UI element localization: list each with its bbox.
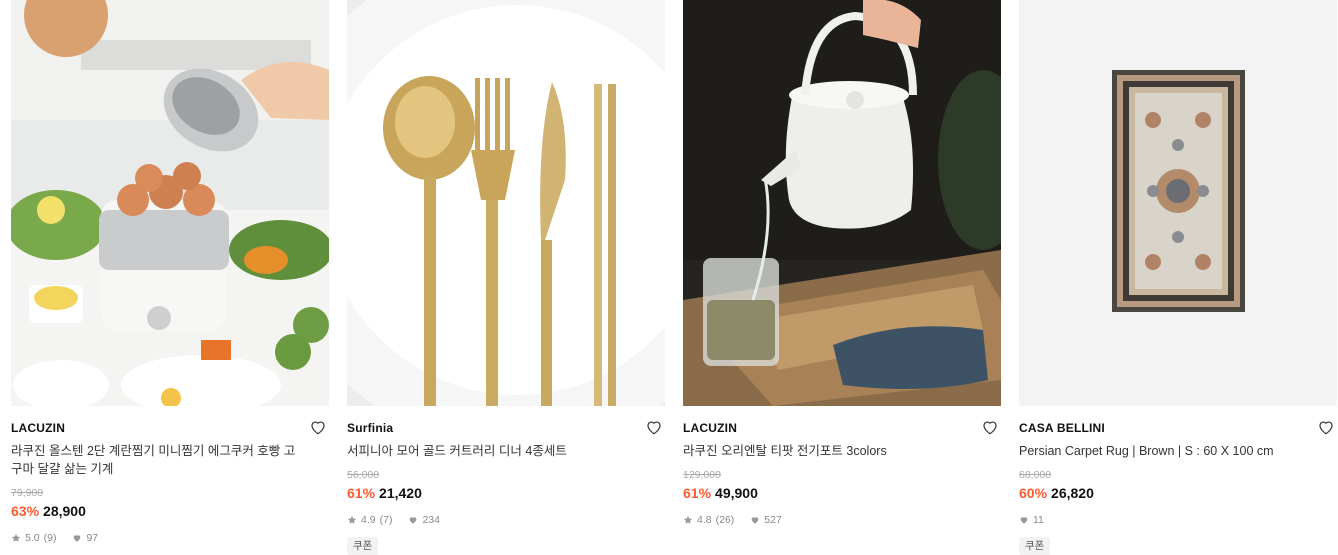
heart-filled-icon [408,515,418,525]
like-count: 11 [1033,514,1044,526]
product-card[interactable]: CASA BELLINI Persian Carpet Rug | Brown … [1019,0,1337,555]
price-line: 63% 28,900 [11,503,86,519]
product-title[interactable]: Persian Carpet Rug | Brown | S : 60 X 10… [1019,443,1309,461]
heart-outline-icon[interactable] [1317,418,1335,436]
discount-rate: 61% [347,485,376,501]
coupon-badge: 쿠폰 [1019,537,1051,555]
like-count: 527 [764,514,782,526]
heart-filled-icon [72,533,82,543]
review-count: (7) [379,514,393,526]
review-count: (26) [715,514,735,526]
rating-value: 4.9 [361,514,376,526]
discount-rate: 61% [683,485,712,501]
original-price: 68,000 [1019,469,1052,481]
discount-rate: 63% [11,503,40,519]
product-title[interactable]: 서피니아 모어 골드 커트러리 디너 4종세트 [347,443,637,461]
product-card[interactable]: LACUZIN 라쿠진 오리엔탈 티팟 전기포트 3colors 129,000… [683,0,1001,555]
original-price: 79,900 [11,487,44,499]
heart-outline-icon[interactable] [981,418,999,436]
product-image-egg-cooker[interactable] [11,0,329,406]
brand-name[interactable]: Surfinia [347,421,393,435]
discount-rate: 60% [1019,485,1048,501]
product-meta: 5.0 (9) 97 [11,532,98,544]
heart-outline-icon[interactable] [309,418,327,436]
product-image-persian-rug[interactable] [1019,0,1337,406]
star-icon [347,515,357,525]
sale-price: 21,420 [379,485,422,501]
like-count: 234 [422,514,440,526]
brand-name[interactable]: LACUZIN [683,421,737,435]
product-meta: 4.9 (7) 234 [347,514,440,526]
product-title[interactable]: 라쿠진 오리엔탈 티팟 전기포트 3colors [683,443,973,461]
heart-outline-icon[interactable] [645,418,663,436]
original-price: 56,000 [347,469,380,481]
product-image-teapot[interactable] [683,0,1001,406]
like-count: 97 [86,532,99,544]
brand-name[interactable]: LACUZIN [11,421,65,435]
price-line: 61% 49,900 [683,485,758,501]
sale-price: 28,900 [43,503,86,519]
product-card[interactable]: Surfinia 서피니아 모어 골드 커트러리 디너 4종세트 56,000 … [347,0,665,555]
product-card[interactable]: LACUZIN 라쿠진 올스텐 2단 계란찜기 미니찜기 에그쿠커 호빵 고구마… [11,0,329,555]
rating-value: 4.8 [697,514,712,526]
price-line: 61% 21,420 [347,485,422,501]
brand-name[interactable]: CASA BELLINI [1019,421,1105,435]
heart-filled-icon [750,515,760,525]
heart-filled-icon [1019,515,1029,525]
product-image-cutlery[interactable] [347,0,665,406]
star-icon [11,533,21,543]
product-meta: 11 [1019,514,1044,526]
price-line: 60% 26,820 [1019,485,1094,501]
coupon-badge: 쿠폰 [347,537,379,555]
sale-price: 26,820 [1051,485,1094,501]
sale-price: 49,900 [715,485,758,501]
product-meta: 4.8 (26) 527 [683,514,782,526]
star-icon [683,515,693,525]
product-title[interactable]: 라쿠진 올스텐 2단 계란찜기 미니찜기 에그쿠커 호빵 고구마 달걀 삶는 기… [11,443,301,478]
rating-value: 5.0 [25,532,40,544]
review-count: (9) [43,532,57,544]
original-price: 129,000 [683,469,721,481]
